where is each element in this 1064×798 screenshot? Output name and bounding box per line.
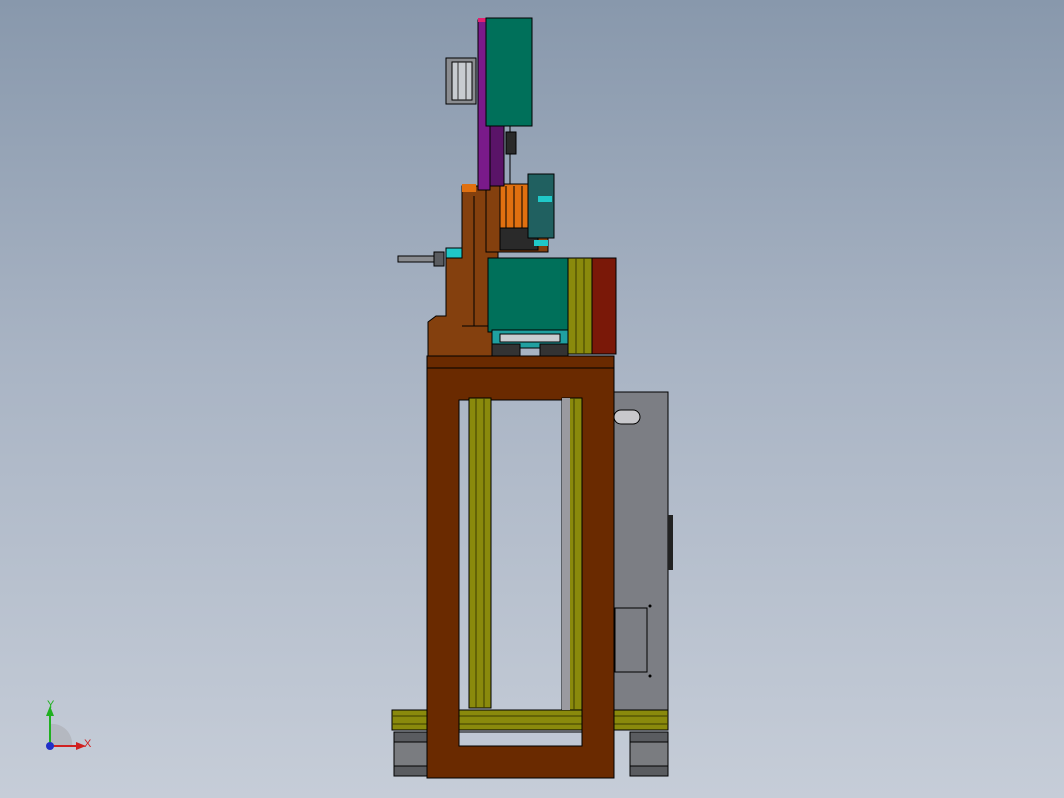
triad-y-label: Y	[47, 699, 55, 711]
axis-triad	[46, 706, 86, 750]
triad-x-label: X	[84, 738, 92, 750]
cad-viewport[interactable]: Y X	[0, 0, 1064, 798]
frame-uprights	[468, 397, 583, 711]
servo-motor	[445, 57, 477, 105]
electrical-cabinet	[611, 391, 673, 711]
machine-side-view	[46, 17, 673, 779]
lower-module	[487, 257, 617, 357]
